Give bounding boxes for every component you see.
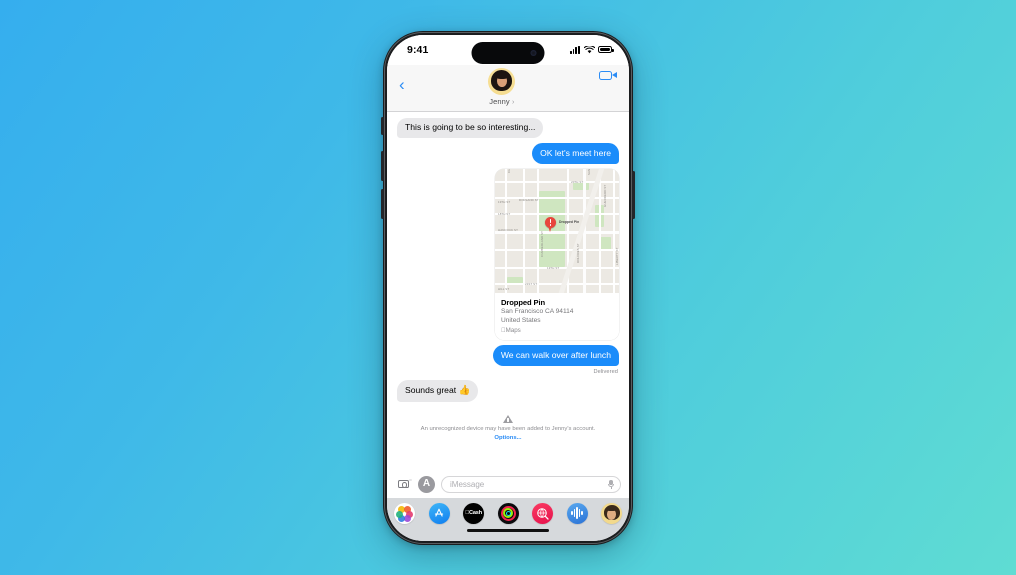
wifi-icon <box>583 45 595 53</box>
received-bubble[interactable]: This is going to be so interesting... <box>393 117 544 139</box>
maps-brand-label: Maps <box>501 327 521 335</box>
contact-info[interactable]: Jenny › <box>405 67 599 106</box>
contact-name[interactable]: Jenny › <box>489 97 514 106</box>
contact-name-text: Jenny <box>489 96 510 106</box>
cellular-bars-icon <box>569 45 580 54</box>
message-row: This is going to be so interesting... <box>393 117 619 139</box>
sent-bubble[interactable]: We can walk over after lunch <box>492 345 623 367</box>
app-icon-memoji[interactable] <box>601 502 622 524</box>
app-icon-app-store[interactable] <box>428 502 450 524</box>
received-bubble-text: Sounds great <box>405 384 457 395</box>
dynamic-island <box>471 41 545 64</box>
status-indicators <box>569 45 614 54</box>
volume-down-button[interactable] <box>381 188 384 219</box>
map-pin-label: Dropped Pin <box>559 220 580 225</box>
home-indicator[interactable] <box>467 528 549 532</box>
device-warning: An unrecognized device may have been add… <box>397 407 619 447</box>
app-store-glyph-icon <box>434 508 444 517</box>
warning-text: An unrecognized device may have been add… <box>411 425 605 443</box>
phone-frame: 9:41 ‹ Jenny › This is going to be so in… <box>381 30 635 545</box>
app-icon-photos[interactable] <box>394 502 415 524</box>
globe-search-icon <box>537 507 549 520</box>
chevron-right-icon: › <box>511 98 515 106</box>
received-bubble[interactable]: Sounds great 👍 <box>393 380 479 403</box>
camera-button[interactable] <box>395 476 412 493</box>
app-icon-fitness[interactable] <box>497 502 519 524</box>
app-store-icon: A <box>422 478 431 489</box>
app-icon-voice-memo[interactable] <box>566 502 588 524</box>
volume-up-button[interactable] <box>381 150 384 181</box>
message-row: We can walk over after lunch <box>397 345 623 367</box>
apps-button[interactable]: A <box>418 475 435 493</box>
message-row-map: 19TH ST DORLAND ST 18TH ST HANCOCK ST 20… <box>397 169 619 341</box>
warning-triangle-icon <box>503 415 513 424</box>
chat-header: ‹ Jenny › <box>387 64 629 112</box>
map-card-meta: Dropped Pin San Francisco CA 94114 Unite… <box>495 293 619 341</box>
map-title: Dropped Pin <box>501 297 546 307</box>
message-list[interactable]: This is going to be so interesting... OK… <box>387 111 629 472</box>
phone-screen: 9:41 ‹ Jenny › This is going to be so in… <box>387 34 629 541</box>
delivery-status: Delivered <box>593 369 618 376</box>
warning-options-link[interactable]: Options... <box>494 435 521 441</box>
sent-bubble[interactable]: OK let's meet here <box>532 143 622 165</box>
silent-switch[interactable] <box>381 116 384 135</box>
thumbs-up-emoji: 👍 <box>458 384 471 396</box>
iphone-device: 9:41 ‹ Jenny › This is going to be so in… <box>381 30 635 545</box>
avatar-fringe <box>494 72 509 79</box>
app-drawer[interactable]: Cash <box>387 497 629 527</box>
app-icon-music[interactable] <box>532 502 553 524</box>
apple-cash-label: Cash <box>465 510 482 516</box>
warning-message: An unrecognized device may have been add… <box>420 426 596 433</box>
status-clock: 9:41 <box>407 43 429 56</box>
message-input-field[interactable]: iMessage <box>441 475 621 493</box>
message-input-placeholder: iMessage <box>450 479 485 489</box>
power-button[interactable] <box>632 170 635 219</box>
home-indicator-area <box>387 526 629 541</box>
app-icon-apple-cash[interactable]: Cash <box>463 502 484 524</box>
map-pin-icon <box>545 217 556 232</box>
avatar[interactable] <box>488 67 516 95</box>
map-address-line1: San Francisco CA 94114 <box>501 307 574 315</box>
map-location-card[interactable]: 19TH ST DORLAND ST 18TH ST HANCOCK ST 20… <box>495 169 619 341</box>
map-address-line2: United States <box>501 317 541 325</box>
status-bar: 9:41 <box>387 34 629 65</box>
video-call-icon[interactable] <box>599 68 617 81</box>
map-image[interactable]: 19TH ST DORLAND ST 18TH ST HANCOCK ST 20… <box>495 169 619 294</box>
message-input-bar: A iMessage <box>387 471 629 498</box>
battery-full-icon <box>598 45 614 54</box>
camera-icon <box>398 478 412 488</box>
message-row: OK let's meet here <box>397 143 622 165</box>
microphone-icon[interactable] <box>608 479 614 489</box>
message-row: Sounds great 👍 <box>393 380 619 403</box>
